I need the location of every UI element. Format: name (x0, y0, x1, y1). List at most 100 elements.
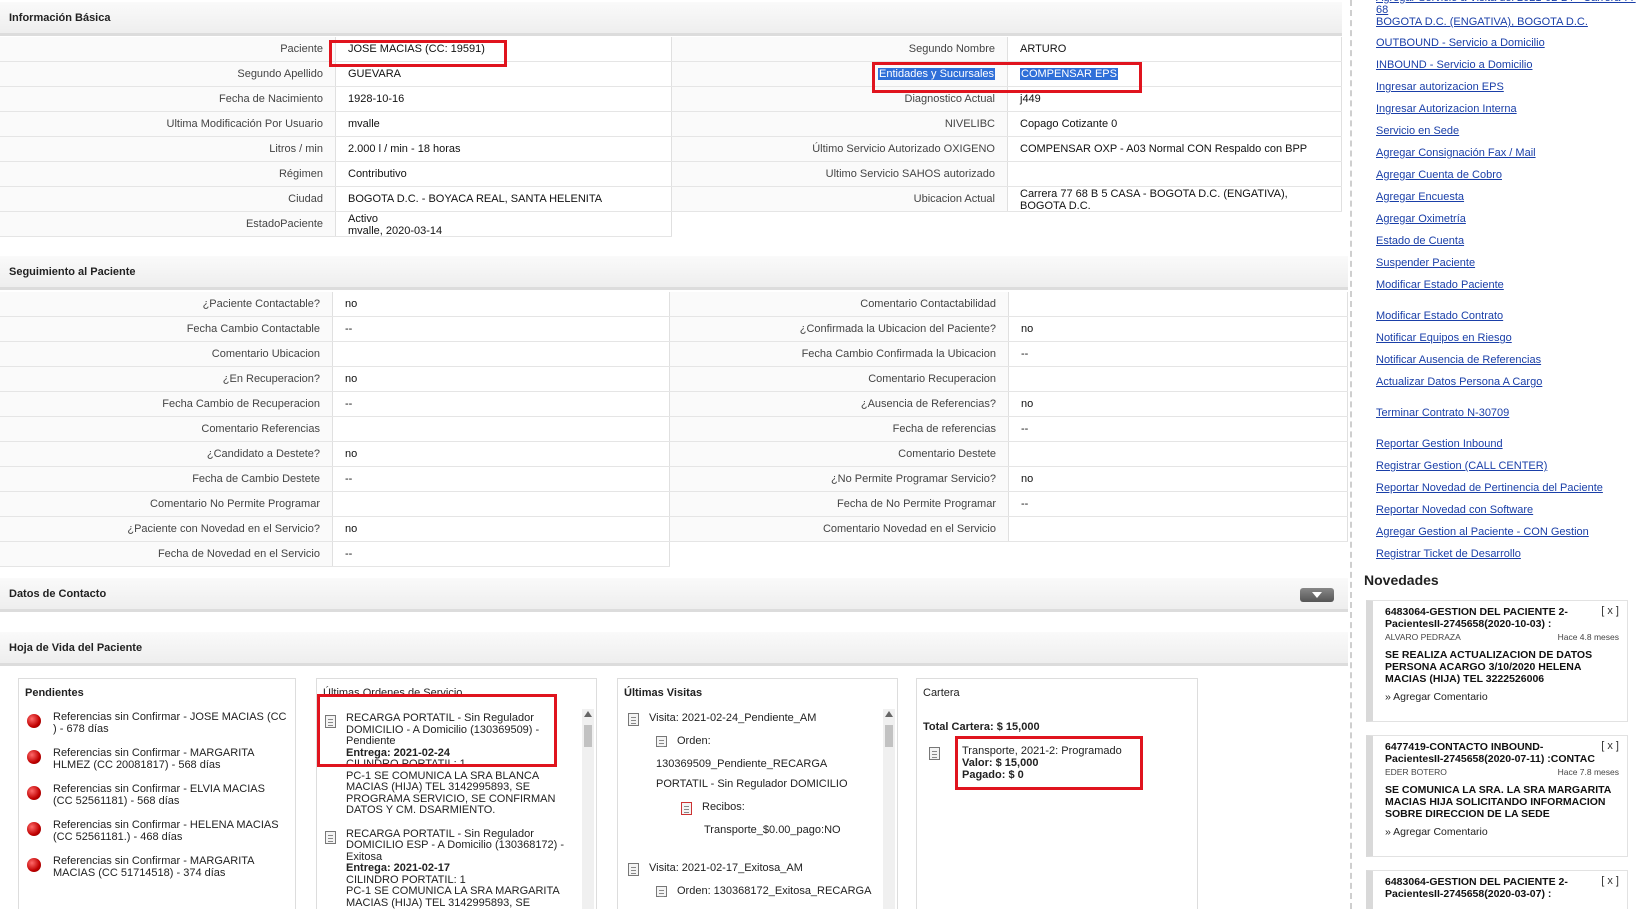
field-value (1007, 162, 1342, 186)
field-value: BOGOTA D.C. - BOYACA REAL, SANTA HELENIT… (335, 187, 672, 211)
add-comment-link[interactable]: » Agregar Comentario (1385, 826, 1619, 838)
sidebar-link-ausencia-referencias[interactable]: Notificar Ausencia de Referencias (1376, 349, 1641, 371)
field-label: Segundo Nombre (672, 37, 1007, 61)
sidebar-link-cuenta-cobro[interactable]: Agregar Cuenta de Cobro (1376, 164, 1641, 186)
sidebar-link-oximetria[interactable]: Agregar Oximetría (1376, 208, 1641, 230)
section-title: Hoja de Vida del Paciente (9, 642, 143, 654)
field-value: 1928-10-16 (335, 87, 672, 111)
info-row: Último Servicio Autorizado OXIGENO COMPEN… (672, 137, 1342, 162)
sidebar-link-modificar-estado-paciente[interactable]: Modificar Estado Paciente (1376, 274, 1641, 296)
seg-row: Fecha Cambio de Recuperacion -- (0, 392, 670, 417)
close-icon[interactable]: [ x ] (1601, 605, 1619, 617)
sidebar-link-ticket-desarrollo[interactable]: Registrar Ticket de Desarrollo (1376, 543, 1641, 565)
scroll-thumb[interactable] (584, 725, 592, 747)
sidebar-link-call-center[interactable]: Registrar Gestion (CALL CENTER) (1376, 455, 1641, 477)
field-label: Fecha de referencias (670, 417, 1008, 441)
seg-row: Comentario Referencias (0, 417, 670, 442)
field-value: Contributivo (335, 162, 672, 186)
field-label: ¿Ausencia de Referencias? (670, 392, 1008, 416)
expand-toggle-button[interactable] (1300, 588, 1334, 602)
field-label: Fecha de No Permite Programar (670, 492, 1008, 516)
sidebar-link-suspender[interactable]: Suspender Paciente (1376, 252, 1641, 274)
sidebar-link-encuesta[interactable]: Agregar Encuesta (1376, 186, 1641, 208)
scroll-thumb[interactable] (885, 725, 893, 747)
estado-line: Activo (348, 213, 378, 225)
field-value: COMPENSAR OXP - A03 Normal CON Respaldo … (1007, 137, 1342, 161)
close-icon[interactable]: [ x ] (1601, 875, 1619, 887)
receipt-icon (681, 802, 692, 815)
sidebar-link-modificar-estado-contrato[interactable]: Modificar Estado Contrato (1376, 305, 1641, 327)
card-title: Cartera (923, 687, 960, 699)
sidebar-link-agregar-servicio-visita[interactable]: Agregar Servicio a Visita del 2021-02-24… (1376, 0, 1641, 28)
visit-item[interactable]: Visita: 2021-02-17_Exitosa_AM (628, 861, 878, 876)
sidebar-link-servicio-sede[interactable]: Servicio en Sede (1376, 120, 1641, 142)
alert-dot-icon (27, 786, 41, 800)
main-content: Información Básica Paciente JOSE MACIAS (… (0, 0, 1348, 909)
seg-row: Comentario Recuperacion (670, 367, 1348, 392)
seg-row: Comentario No Permite Programar (0, 492, 670, 517)
field-label: Ultimo Servicio SAHOS autorizado (672, 162, 1007, 186)
list-item: Referencias sin Confirmar - MARGARITA HL… (27, 747, 287, 771)
novedad-body: SE COMUNICA LA SRA. LA SRA MARGARITA MAC… (1385, 784, 1611, 820)
sidebar-link-gestion-paciente[interactable]: Agregar Gestion al Paciente - CON Gestio… (1376, 521, 1641, 543)
order-label: Orden: (677, 735, 711, 747)
field-value: no (332, 367, 670, 391)
field-label: Fecha Cambio Contactable (0, 317, 332, 341)
link-text: Agregar Servicio a Visita del 2021-02-24… (1376, 0, 1636, 16)
sidebar-link-terminar-contrato[interactable]: Terminar Contrato N-30709 (1376, 402, 1641, 424)
field-value: -- (332, 317, 670, 341)
recibos-label: Recibos: (702, 801, 745, 813)
field-value: -- (1008, 492, 1348, 516)
sidebar-link-novedad-software[interactable]: Reportar Novedad con Software (1376, 499, 1641, 521)
field-value: no (332, 292, 670, 316)
seg-row: Fecha Cambio Confirmada la Ubicacion -- (670, 342, 1348, 367)
ubicacion-line: Carrera 77 68 B 5 CASA - BOGOTA D.C. (EN… (1020, 188, 1288, 200)
sidebar-link-estado-cuenta[interactable]: Estado de Cuenta (1376, 230, 1641, 252)
list-item-text: Referencias sin Confirmar - MARGARITA MA… (53, 855, 254, 879)
section-header-datos-contacto[interactable]: Datos de Contacto (0, 578, 1348, 612)
sidebar-link-gestion-inbound[interactable]: Reportar Gestion Inbound (1376, 433, 1641, 455)
field-label: Fecha de Cambio Destete (0, 467, 332, 491)
field-value-ubicacion: Carrera 77 68 B 5 CASA - BOGOTA D.C. (EN… (1007, 187, 1342, 211)
add-comment-link[interactable]: » Agregar Comentario (1385, 691, 1619, 703)
scrollbar[interactable] (582, 709, 594, 909)
sidebar-link-autorizacion-interna[interactable]: Ingresar Autorizacion Interna (1376, 98, 1641, 120)
seg-row: Comentario Ubicacion (0, 342, 670, 367)
sidebar-link-autorizacion-eps[interactable]: Ingresar autorizacion EPS (1376, 76, 1641, 98)
sidebar-link-outbound[interactable]: OUTBOUND - Servicio a Domicilio (1376, 32, 1641, 54)
sidebar-link-consignacion[interactable]: Agregar Consignación Fax / Mail (1376, 142, 1641, 164)
seg-row: ¿No Permite Programar Servicio? no (670, 467, 1348, 492)
sidebar-link-equipos-riesgo[interactable]: Notificar Equipos en Riesgo (1376, 327, 1641, 349)
field-value (1008, 292, 1348, 316)
order-note: PC-1 SE COMUNICA LA SRA BLANCA MACIAS (H… (346, 769, 556, 816)
sidebar-link-inbound[interactable]: INBOUND - Servicio a Domicilio (1376, 54, 1641, 76)
scrollbar[interactable] (883, 709, 895, 909)
order-note: PC-1 SE COMUNICA LA SRA MARGARITA MACIAS… (346, 885, 560, 909)
sidebar-link-actualizar-persona[interactable]: Actualizar Datos Persona A Cargo (1376, 371, 1641, 393)
seg-row: ¿Confirmada la Ubicacion del Paciente? no (670, 317, 1348, 342)
order-value: 130369509_Pendiente_RECARGA (656, 758, 828, 770)
field-label: Comentario Novedad en el Servicio (670, 517, 1008, 541)
field-label: Régimen (0, 162, 335, 186)
info-row: Segundo Nombre ARTURO (672, 37, 1342, 62)
order-icon (656, 886, 667, 897)
scroll-up-icon[interactable] (584, 711, 592, 717)
scroll-up-icon[interactable] (885, 711, 893, 717)
link-text: BOGOTA D.C. (ENGATIVA), BOGOTA D.C. (1376, 16, 1588, 28)
visit-item[interactable]: Visita: 2021-02-24_Pendiente_AM (628, 711, 878, 726)
seg-row: ¿Ausencia de Referencias? no (670, 392, 1348, 417)
info-row: Litros / min 2.000 l / min - 18 horas (0, 137, 672, 162)
card-visitas: Últimas Visitas Visita: 2021-02-24_Pendi… (617, 678, 898, 909)
sidebar-link-novedad-pertinencia[interactable]: Reportar Novedad de Pertinencia del Paci… (1376, 477, 1641, 499)
seg-row: Fecha de referencias -- (670, 417, 1348, 442)
field-value (332, 417, 670, 441)
close-icon[interactable]: [ x ] (1601, 740, 1619, 752)
card-title: Pendientes (25, 687, 84, 699)
seg-row: Comentario Contactabilidad (670, 292, 1348, 317)
order-entrega: Entrega: 2021-02-17 (346, 862, 450, 874)
list-item[interactable]: RECARGA PORTATIL - Sin Regulador DOMICIL… (325, 828, 571, 909)
visit-order: Orden: (628, 734, 878, 748)
info-row: Ubicacion Actual Carrera 77 68 B 5 CASA -… (672, 187, 1342, 212)
highlight-box (329, 40, 507, 67)
document-icon (628, 863, 639, 876)
